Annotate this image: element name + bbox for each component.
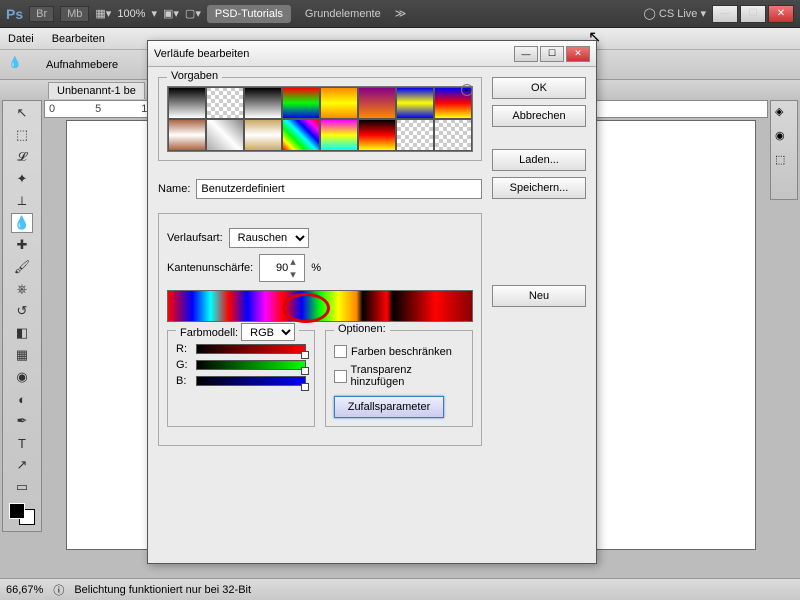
color-swatch[interactable] [9, 503, 35, 525]
workspace-tab-tutorials[interactable]: PSD-Tutorials [207, 5, 291, 23]
presets-legend: Vorgaben [167, 70, 222, 82]
pen-tool[interactable]: ✒ [11, 411, 33, 431]
arrange-icon[interactable]: ▦▾ [95, 7, 111, 20]
preset[interactable] [206, 87, 244, 119]
app-titlebar: Ps Br Mb ▦▾ 100% ▾ ▣▾ ▢▾ PSD-Tutorials G… [0, 0, 800, 28]
maximize-button[interactable]: ☐ [740, 5, 766, 23]
eyedropper-tool[interactable]: 💧 [11, 213, 33, 233]
panel-icon-2[interactable]: ◉ [775, 129, 793, 147]
preset[interactable] [282, 119, 320, 151]
panel-icon-1[interactable]: ◈ [775, 105, 793, 123]
minibridge-button[interactable]: Mb [60, 6, 89, 22]
brush-tool[interactable]: 🖌 [11, 257, 33, 277]
screen-mode-icon[interactable]: ▣▾ [163, 7, 179, 20]
minimize-button[interactable]: — [712, 5, 738, 23]
move-tool[interactable]: ↖ [11, 103, 33, 123]
type-label: Verlaufsart: [167, 232, 223, 244]
gradient-editor-dialog: Verläufe bearbeiten — ☐ ✕ Vorgaben ▸ [147, 40, 597, 564]
new-button[interactable]: Neu [492, 285, 586, 307]
preset[interactable] [358, 87, 396, 119]
roughness-suffix: % [311, 262, 321, 274]
gradient-type-fieldset: Verlaufsart: Rauschen Kantenunschärfe: ▴… [158, 213, 482, 446]
cslive-button[interactable]: ◯ CS Live ▾ [644, 7, 706, 20]
dialog-titlebar[interactable]: Verläufe bearbeiten — ☐ ✕ [148, 41, 596, 67]
presets-grid [167, 86, 473, 152]
preset[interactable] [244, 119, 282, 151]
roughness-label: Kantenunschärfe: [167, 262, 253, 274]
close-button[interactable]: ✕ [768, 5, 794, 23]
preset[interactable] [244, 87, 282, 119]
name-input[interactable] [196, 179, 482, 199]
gradient-tool[interactable]: ▦ [11, 345, 33, 365]
preset[interactable] [282, 87, 320, 119]
load-button[interactable]: Laden... [492, 149, 586, 171]
preset[interactable] [358, 119, 396, 151]
preset[interactable] [396, 119, 434, 151]
color-model-select[interactable]: RGB [241, 323, 295, 341]
shape-tool[interactable]: ▭ [11, 477, 33, 497]
status-zoom[interactable]: 66,67% [6, 584, 43, 596]
preset[interactable] [434, 119, 472, 151]
restrict-colors-checkbox[interactable]: Farben beschränken [334, 345, 464, 358]
heal-tool[interactable]: ✚ [11, 235, 33, 255]
sample-label: Aufnahmebere [46, 59, 118, 71]
preset[interactable] [320, 119, 358, 151]
cancel-button[interactable]: Abbrechen [492, 105, 586, 127]
zoom-value[interactable]: 100% [117, 8, 145, 20]
menu-datei[interactable]: Datei [8, 33, 34, 45]
preset[interactable] [396, 87, 434, 119]
preset[interactable] [206, 119, 244, 151]
name-label: Name: [158, 183, 190, 195]
add-transparency-checkbox[interactable]: Transparenz hinzufügen [334, 364, 464, 388]
eraser-tool[interactable]: ◧ [11, 323, 33, 343]
history-brush-tool[interactable]: ↺ [11, 301, 33, 321]
toolbox: ↖ ⬚ 𝓛 ✦ ⟂ 💧 ✚ 🖌 ⎈ ↺ ◧ ▦ ◉ ◐ ✒ T ↗ ▭ [2, 100, 42, 532]
presets-menu-icon[interactable]: ▸ [461, 84, 473, 96]
marquee-tool[interactable]: ⬚ [11, 125, 33, 145]
randomize-button[interactable]: Zufallsparameter [334, 396, 444, 418]
type-select[interactable]: Rauschen [229, 228, 309, 248]
panel-icon-3[interactable]: ⬚ [775, 153, 793, 171]
type-tool[interactable]: T [11, 433, 33, 453]
dialog-title: Verläufe bearbeiten [154, 48, 514, 60]
view-extras-icon[interactable]: ▢▾ [185, 7, 201, 20]
roughness-input[interactable]: ▴▾ [259, 254, 305, 282]
stamp-tool[interactable]: ⎈ [11, 279, 33, 299]
menu-bearbeiten[interactable]: Bearbeiten [52, 33, 105, 45]
doc-tab[interactable]: Unbenannt-1 be [48, 82, 145, 99]
bridge-button[interactable]: Br [29, 6, 54, 22]
b-slider[interactable]: B: [176, 375, 306, 387]
path-tool[interactable]: ↗ [11, 455, 33, 475]
preset[interactable] [168, 87, 206, 119]
workspace-tab-grundelemente[interactable]: Grundelemente [297, 5, 389, 23]
preset[interactable] [168, 119, 206, 151]
status-info-icon: ⓘ [53, 582, 64, 598]
dialog-minimize-button[interactable]: — [514, 46, 538, 62]
crop-tool[interactable]: ⟂ [11, 191, 33, 211]
ps-logo: Ps [6, 6, 23, 22]
options-fieldset: Optionen: Farben beschränken Transparenz… [325, 330, 473, 427]
lasso-tool[interactable]: 𝓛 [11, 147, 33, 167]
options-legend: Optionen: [334, 323, 390, 335]
blur-tool[interactable]: ◉ [11, 367, 33, 387]
dialog-close-button[interactable]: ✕ [566, 46, 590, 62]
status-message: Belichtung funktioniert nur bei 32-Bit [74, 584, 251, 596]
status-bar: 66,67% ⓘ Belichtung funktioniert nur bei… [0, 578, 800, 600]
dialog-maximize-button[interactable]: ☐ [540, 46, 564, 62]
color-model-fieldset: Farbmodell: RGB R: G: B: [167, 330, 315, 427]
preset[interactable] [320, 87, 358, 119]
dodge-tool[interactable]: ◐ [11, 389, 33, 409]
more-workspaces-icon[interactable]: ≫ [395, 7, 407, 20]
eyedropper-icon[interactable]: 💧 [8, 56, 26, 74]
right-panels: ◈ ◉ ⬚ [770, 100, 798, 200]
presets-fieldset: Vorgaben ▸ [158, 77, 482, 161]
save-button[interactable]: Speichern... [492, 177, 586, 199]
gradient-preview [167, 290, 473, 322]
ok-button[interactable]: OK [492, 77, 586, 99]
g-slider[interactable]: G: [176, 359, 306, 371]
r-slider[interactable]: R: [176, 343, 306, 355]
wand-tool[interactable]: ✦ [11, 169, 33, 189]
